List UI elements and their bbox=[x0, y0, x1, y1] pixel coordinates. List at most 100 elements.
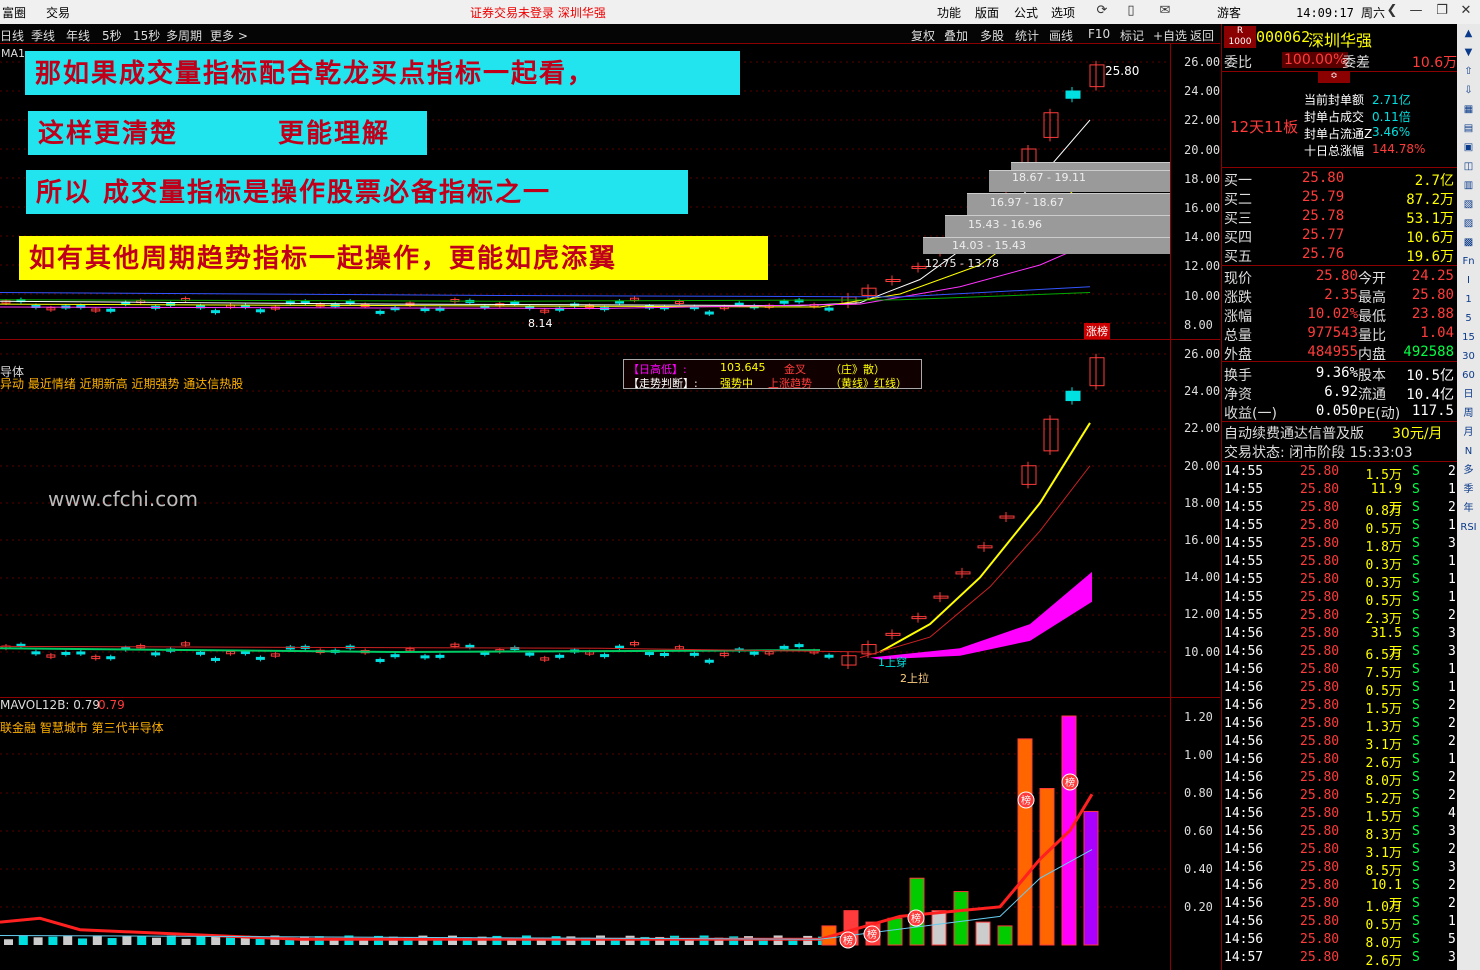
side-tool-icon[interactable]: ▧ bbox=[1457, 195, 1480, 214]
side-tool-icon[interactable]: ⇩ bbox=[1457, 81, 1480, 100]
side-tool-年[interactable]: 年 bbox=[1457, 499, 1480, 518]
axis-tick-label: 1.20 bbox=[1184, 710, 1213, 724]
side-tool-月[interactable]: 月 bbox=[1457, 423, 1480, 442]
tick-row[interactable]: 14:56 25.80 8.5万 S 3 bbox=[1222, 859, 1458, 879]
tick-row[interactable]: 14:56 25.80 5.2万 S 2 bbox=[1222, 787, 1458, 807]
side-tool-icon[interactable]: ▣ bbox=[1457, 138, 1480, 157]
period-5s[interactable]: 5秒 bbox=[102, 27, 122, 44]
tick-row[interactable]: 14:56 25.80 3.1万 S 2 bbox=[1222, 733, 1458, 753]
tick-row[interactable]: 14:55 25.80 0.5万 S 1 bbox=[1222, 517, 1458, 537]
tick-row[interactable]: 14:56 25.80 8.0万 S 5 bbox=[1222, 931, 1458, 951]
refresh-icon[interactable]: ⟳ bbox=[1091, 3, 1113, 21]
side-tool-Fn[interactable]: Fn bbox=[1457, 252, 1480, 271]
menu-fuquan[interactable]: 富圈 bbox=[2, 4, 26, 21]
tool-multi-stock[interactable]: 多股 bbox=[980, 27, 1004, 44]
bid-row[interactable]: 买一 25.80 2.7亿 bbox=[1222, 169, 1458, 189]
tool-draw[interactable]: 画线 bbox=[1049, 27, 1073, 44]
period-season[interactable]: 季线 bbox=[31, 27, 55, 44]
side-tool-I[interactable]: I bbox=[1457, 271, 1480, 290]
side-tool-icon[interactable]: ▼ bbox=[1457, 43, 1480, 62]
side-tool-icon[interactable]: ▥ bbox=[1457, 176, 1480, 195]
bid-row[interactable]: 买二 25.79 87.2万 bbox=[1222, 188, 1458, 208]
tick-row[interactable]: 14:56 25.80 8.0万 S 2 bbox=[1222, 769, 1458, 789]
tool-adjust[interactable]: 复权 bbox=[911, 27, 935, 44]
side-tool-icon[interactable]: ▨ bbox=[1457, 214, 1480, 233]
tick-row[interactable]: 14:56 25.80 1.5万 S 4 bbox=[1222, 805, 1458, 825]
tick-row[interactable]: 14:55 25.80 1.5万 S 2 bbox=[1222, 463, 1458, 483]
tool-back[interactable]: 返回 bbox=[1190, 27, 1214, 44]
period-multi[interactable]: 多周期 bbox=[166, 27, 202, 44]
user-label[interactable]: 游客 bbox=[1217, 4, 1241, 21]
promo-price[interactable]: 30元/月 bbox=[1392, 423, 1443, 443]
tick-row[interactable]: 14:56 25.80 2.6万 S 1 bbox=[1222, 751, 1458, 771]
tool-stats[interactable]: 统计 bbox=[1015, 27, 1039, 44]
maximize-icon[interactable]: ❐ bbox=[1431, 3, 1453, 21]
minimize-icon[interactable]: — bbox=[1405, 3, 1427, 21]
side-tool-1[interactable]: 1 bbox=[1457, 290, 1480, 309]
side-tool-多[interactable]: 多 bbox=[1457, 461, 1480, 480]
tick-row[interactable]: 14:55 25.80 0.5万 S 1 bbox=[1222, 589, 1458, 609]
tick-row[interactable]: 14:56 25.80 0.5万 S 1 bbox=[1222, 913, 1458, 933]
bid-row[interactable]: 买四 25.77 10.6万 bbox=[1222, 226, 1458, 246]
tick-row[interactable]: 14:56 25.80 31.5万 S 3 bbox=[1222, 625, 1458, 660]
side-tool-日[interactable]: 日 bbox=[1457, 385, 1480, 404]
tool-mark[interactable]: 标记 bbox=[1120, 27, 1144, 44]
tick-row[interactable]: 14:57 25.80 2.6万 S 3 bbox=[1222, 949, 1458, 969]
period-more[interactable]: 更多 > bbox=[210, 27, 248, 44]
menu-layout[interactable]: 版面 bbox=[975, 4, 999, 21]
tool-add-watchlist[interactable]: +自选 bbox=[1153, 27, 1187, 44]
menu-formula[interactable]: 公式 bbox=[1014, 4, 1038, 21]
side-tool-icon[interactable]: ▩ bbox=[1457, 233, 1480, 252]
promo-row[interactable]: 自动续费通达信普及版 30元/月 bbox=[1222, 422, 1458, 443]
side-tool-icon[interactable]: ▦ bbox=[1457, 100, 1480, 119]
tick-row[interactable]: 14:55 25.80 11.9万 S 1 bbox=[1222, 481, 1458, 516]
side-tool-5[interactable]: 5 bbox=[1457, 309, 1480, 328]
tick-row[interactable]: 14:56 25.80 1.0万 S 2 bbox=[1222, 895, 1458, 915]
side-tool-15[interactable]: 15 bbox=[1457, 328, 1480, 347]
pane-divider-1[interactable] bbox=[0, 339, 1220, 340]
side-tool-季[interactable]: 季 bbox=[1457, 480, 1480, 499]
side-tool-30[interactable]: 30 bbox=[1457, 347, 1480, 366]
close-icon[interactable]: ✕ bbox=[1455, 3, 1477, 21]
period-year[interactable]: 年线 bbox=[66, 27, 90, 44]
tick-row[interactable]: 14:56 25.80 0.5万 S 1 bbox=[1222, 679, 1458, 699]
side-tool-icon[interactable]: ◫ bbox=[1457, 157, 1480, 176]
side-tool-icon[interactable]: ⇧ bbox=[1457, 62, 1480, 81]
tick-row[interactable]: 14:55 25.80 0.3万 S 1 bbox=[1222, 571, 1458, 591]
period-15s[interactable]: 15秒 bbox=[133, 27, 160, 44]
tick-row[interactable]: 14:56 25.80 8.3万 S 3 bbox=[1222, 823, 1458, 843]
tick-row[interactable]: 14:56 25.80 6.5万 S 3 bbox=[1222, 643, 1458, 663]
side-tool-icon[interactable]: ▤ bbox=[1457, 119, 1480, 138]
tick-side: S bbox=[1412, 662, 1420, 677]
side-tool-60[interactable]: 60 bbox=[1457, 366, 1480, 385]
menu-trade[interactable]: 交易 bbox=[46, 4, 70, 21]
back-icon[interactable]: ❮ bbox=[1381, 3, 1403, 21]
tick-row[interactable]: 14:56 25.80 10.1万 S 2 bbox=[1222, 877, 1458, 912]
tick-row[interactable]: 14:56 25.80 1.3万 S 2 bbox=[1222, 715, 1458, 735]
collapse-toggle[interactable]: ≎ bbox=[1318, 71, 1350, 83]
bid-row[interactable]: 买五 25.76 19.6万 bbox=[1222, 245, 1458, 265]
menu-options[interactable]: 选项 bbox=[1051, 4, 1075, 21]
tick-row[interactable]: 14:56 25.80 1.5万 S 2 bbox=[1222, 697, 1458, 717]
side-tool-icon[interactable]: ▲ bbox=[1457, 24, 1480, 43]
stat-value: 25.80 bbox=[1315, 268, 1358, 284]
tool-overlay[interactable]: 叠加 bbox=[944, 27, 968, 44]
menu-function[interactable]: 功能 bbox=[937, 4, 961, 21]
tick-row[interactable]: 14:56 25.80 3.1万 S 2 bbox=[1222, 841, 1458, 861]
tick-row[interactable]: 14:55 25.80 1.8万 S 3 bbox=[1222, 535, 1458, 555]
mail-icon[interactable]: ✉ bbox=[1154, 3, 1176, 21]
pane-divider-2[interactable] bbox=[0, 697, 1220, 698]
side-tool-周[interactable]: 周 bbox=[1457, 404, 1480, 423]
tick-row[interactable]: 14:56 25.80 7.5万 S 1 bbox=[1222, 661, 1458, 681]
side-tool-N[interactable]: N bbox=[1457, 442, 1480, 461]
tick-row[interactable]: 14:55 25.80 0.3万 S 1 bbox=[1222, 553, 1458, 573]
promo-text[interactable]: 自动续费通达信普及版 bbox=[1224, 423, 1364, 443]
limit-up-badge[interactable]: 涨榜 bbox=[1084, 323, 1110, 339]
tick-row[interactable]: 14:55 25.80 0.8万 S 2 bbox=[1222, 499, 1458, 519]
tick-row[interactable]: 14:55 25.80 2.3万 S 2 bbox=[1222, 607, 1458, 627]
side-tool-RSI[interactable]: RSI bbox=[1457, 518, 1480, 537]
phone-icon[interactable]: ▯ bbox=[1120, 3, 1142, 21]
period-day[interactable]: 日线 bbox=[0, 27, 24, 44]
tool-f10[interactable]: F10 bbox=[1088, 27, 1110, 41]
bid-row[interactable]: 买三 25.78 53.1万 bbox=[1222, 207, 1458, 227]
